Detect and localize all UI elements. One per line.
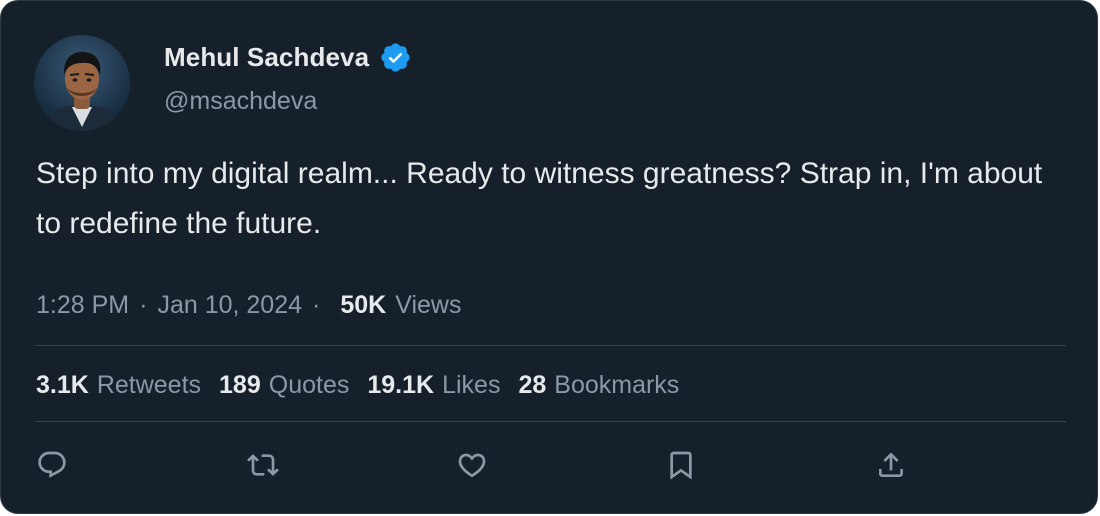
reply-icon xyxy=(38,451,66,478)
retweet-button[interactable] xyxy=(243,445,283,485)
like-button[interactable] xyxy=(452,445,492,485)
bookmarks-label: Bookmarks xyxy=(554,370,680,399)
divider xyxy=(36,345,1066,346)
like-icon xyxy=(458,453,486,478)
retweets-stat[interactable]: 3.1K Retweets xyxy=(36,371,201,400)
author-name[interactable]: Mehul Sachdeva xyxy=(164,42,369,73)
bookmarks-stat[interactable]: 28 Bookmarks xyxy=(518,371,679,400)
meta-separator: · xyxy=(139,290,148,319)
retweet-icon xyxy=(247,454,279,476)
likes-count: 19.1K xyxy=(367,370,435,399)
bookmark-button[interactable] xyxy=(661,445,701,485)
author-name-row: Mehul Sachdeva xyxy=(164,39,412,75)
verified-badge-icon xyxy=(379,41,412,74)
retweets-count: 3.1K xyxy=(36,370,89,399)
bookmark-icon xyxy=(670,451,692,480)
tweet-stats: 3.1K Retweets 189 Quotes 19.1K Likes 28 … xyxy=(36,367,697,403)
tweet-date[interactable]: Jan 10, 2024 xyxy=(157,291,302,320)
share-button[interactable] xyxy=(871,445,911,485)
reply-button[interactable] xyxy=(32,445,72,485)
tweet-text: Step into my digital realm... Ready to w… xyxy=(36,157,1043,240)
divider xyxy=(36,421,1066,422)
tweet-card: Mehul Sachdeva @msachdeva Step into my d… xyxy=(0,0,1098,514)
tweet-time[interactable]: 1:28 PM xyxy=(36,291,129,320)
quotes-label: Quotes xyxy=(268,370,350,399)
meta-separator: · xyxy=(312,290,321,319)
tweet-meta: 1:28 PM · Jan 10, 2024 · 50K Views xyxy=(36,287,461,323)
retweets-label: Retweets xyxy=(96,370,202,399)
quotes-stat[interactable]: 189 Quotes xyxy=(219,371,349,400)
avatar[interactable] xyxy=(34,35,130,131)
likes-label: Likes xyxy=(442,370,501,399)
bookmarks-count: 28 xyxy=(518,370,547,399)
avatar-image xyxy=(34,35,130,131)
views-label[interactable]: Views xyxy=(395,291,461,320)
quotes-count: 189 xyxy=(219,370,261,399)
views-count[interactable]: 50K xyxy=(340,291,386,320)
share-icon xyxy=(879,452,903,477)
likes-stat[interactable]: 19.1K Likes xyxy=(367,371,500,400)
author-handle[interactable]: @msachdeva xyxy=(164,87,317,116)
